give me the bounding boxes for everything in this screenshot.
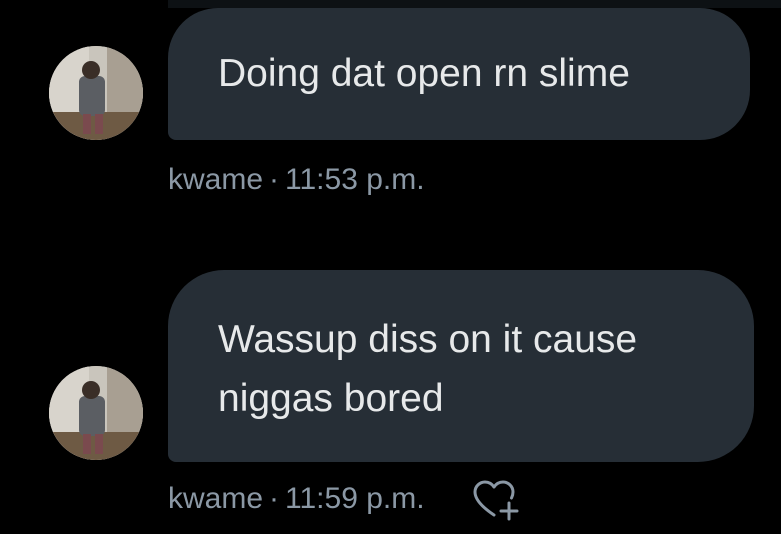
meta-separator: · (269, 163, 280, 196)
meta-separator: · (269, 482, 280, 515)
message-meta: kwame · 11:53 p.m. (168, 162, 425, 198)
sender-name: kwame (168, 163, 264, 196)
avatar-photo (49, 366, 143, 460)
dm-conversation: Doing dat open rn slime kwame · 11:53 p.m.… (0, 0, 781, 534)
previous-message-bubble-edge (168, 0, 781, 8)
avatar[interactable] (49, 46, 143, 140)
message-text: Wassup diss on it cause niggas bored (218, 318, 638, 420)
heart-plus-icon (473, 480, 519, 521)
message-text: Doing dat open rn slime (218, 52, 630, 95)
message-meta: kwame · 11:59 p.m. (168, 481, 425, 517)
message-time: 11:59 p.m. (285, 482, 425, 515)
avatar[interactable] (49, 366, 143, 460)
message-bubble[interactable]: Wassup diss on it cause niggas bored (168, 270, 754, 462)
avatar-photo (49, 46, 143, 140)
message-bubble[interactable]: Doing dat open rn slime (168, 8, 750, 140)
react-button[interactable] (472, 479, 524, 521)
sender-name: kwame (168, 482, 264, 515)
message-time: 11:53 p.m. (285, 163, 425, 196)
